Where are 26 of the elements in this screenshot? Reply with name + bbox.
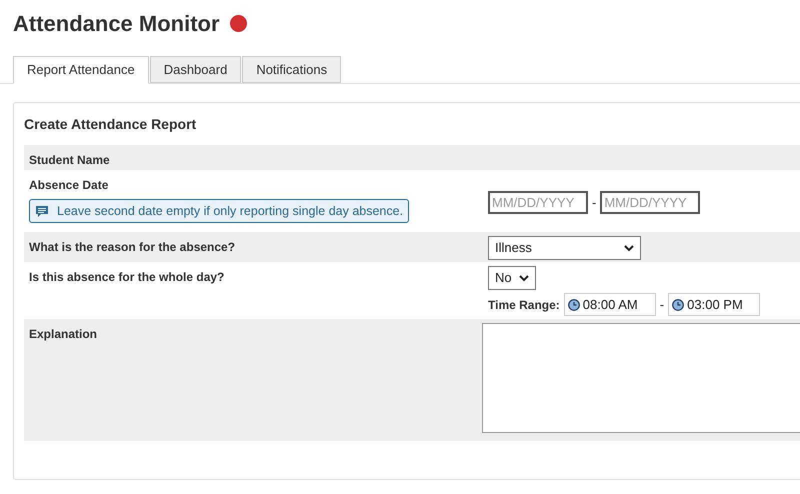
- chevron-icon: [519, 274, 529, 282]
- clock-icon: [568, 298, 580, 310]
- field-label: What is the reason for the absence?: [29, 239, 236, 256]
- explanation-field[interactable]: [482, 323, 800, 433]
- tab[interactable]: Report Attendance: [13, 56, 149, 84]
- field-label: Is this absence for the whole day?: [29, 269, 226, 286]
- chevron-icon: [624, 244, 634, 252]
- field-label: Student Name: [29, 152, 111, 169]
- time-field[interactable]: 03:00 PM: [668, 293, 760, 316]
- field-label: Absence Date: [29, 177, 110, 194]
- date-separator: -: [592, 194, 596, 212]
- page-title: Attendance Monitor: [13, 10, 220, 38]
- time-range-label: Time Range:: [488, 296, 560, 314]
- time-separator: -: [660, 296, 664, 314]
- form-title: Create Attendance Report: [24, 115, 198, 134]
- tab[interactable]: Dashboard: [150, 56, 242, 83]
- date-field[interactable]: MM/DD/YYYY: [600, 191, 700, 214]
- tab[interactable]: Notifications: [242, 56, 342, 83]
- field-label: Explanation: [29, 326, 98, 343]
- date-field[interactable]: MM/DD/YYYY: [488, 191, 588, 214]
- dropdown[interactable]: Illness: [488, 236, 641, 260]
- comment-icon: [35, 204, 49, 218]
- clock-icon: [672, 298, 684, 310]
- time-field[interactable]: 08:00 AM: [564, 293, 656, 316]
- dropdown[interactable]: No: [488, 266, 536, 290]
- info-note: Leave second date empty if only reporting single day absence.: [29, 199, 410, 223]
